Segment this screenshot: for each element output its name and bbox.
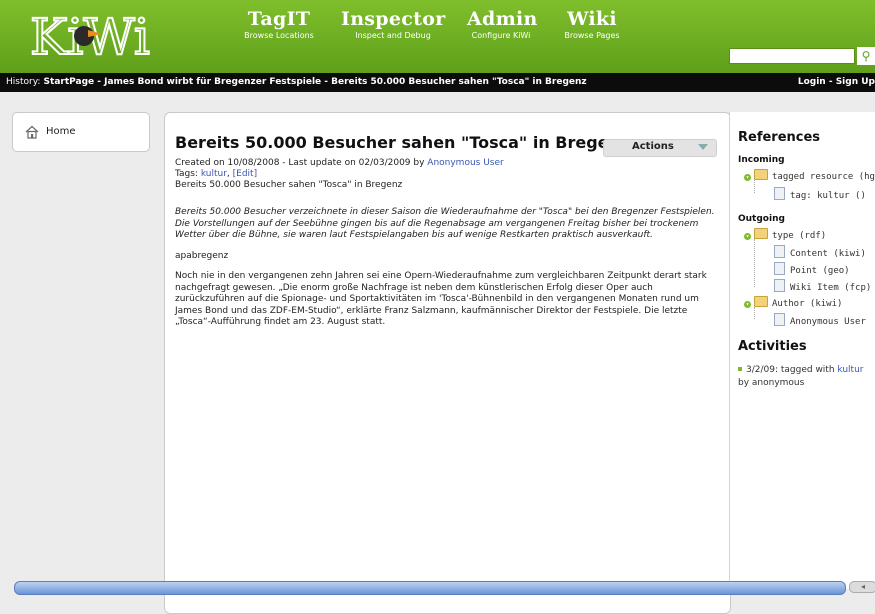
tags-label: Tags: bbox=[175, 169, 201, 179]
tree-label: Content (kiwi) bbox=[790, 249, 866, 259]
tree-connector bbox=[754, 239, 755, 287]
tree-label: tag: kultur () bbox=[790, 191, 866, 201]
tree-connector bbox=[754, 307, 755, 319]
activity-item: 3/2/09: tagged with kultur by anonymous bbox=[738, 364, 873, 390]
activity-text: 3/2/09: tagged with bbox=[746, 365, 838, 375]
tree-item-content[interactable]: Content (kiwi) bbox=[774, 245, 866, 260]
nav-wiki-title: Wiki bbox=[567, 8, 617, 30]
history-links[interactable]: StartPage - James Bond wirbt für Bregenz… bbox=[40, 77, 587, 87]
page-meta: Created on 10/08/2008 - Last update on 0… bbox=[175, 158, 715, 191]
folder-icon bbox=[754, 228, 768, 239]
nav-admin-title: Admin bbox=[467, 8, 538, 30]
tag-link-kultur[interactable]: kultur bbox=[201, 169, 227, 179]
author-link[interactable]: Anonymous User bbox=[427, 158, 503, 168]
scroll-arrow-icon[interactable]: ◂ bbox=[849, 581, 875, 593]
search-icon: ⚲ bbox=[861, 49, 871, 63]
tree-item-author[interactable]: ▾ Author (kiwi) bbox=[744, 296, 842, 310]
tree-item-tag-kultur[interactable]: tag: kultur () bbox=[774, 187, 866, 202]
edit-tags-link[interactable]: [Edit] bbox=[233, 169, 257, 179]
tree-label: Author (kiwi) bbox=[772, 299, 843, 309]
activity-suffix: by anonymous bbox=[738, 378, 805, 388]
search-button[interactable]: ⚲ bbox=[857, 47, 875, 65]
tree-item-type[interactable]: ▾ type (rdf) bbox=[744, 228, 826, 242]
tree-label: Anonymous User bbox=[790, 317, 866, 327]
activity-tag-link[interactable]: kultur bbox=[837, 365, 863, 375]
article-paragraph: Noch nie in den vergangenen zehn Jahren … bbox=[175, 271, 707, 327]
nav-inspector-subtitle: Inspect and Debug bbox=[355, 31, 431, 40]
nav-admin-subtitle: Configure KiWi bbox=[471, 31, 531, 40]
kiwi-logo[interactable]: KiWi bbox=[28, 4, 166, 64]
activities-heading: Activities bbox=[738, 339, 807, 354]
document-icon bbox=[774, 187, 785, 200]
sidebar-item-home[interactable]: Home bbox=[46, 126, 76, 137]
document-icon bbox=[774, 262, 785, 275]
actions-dropdown[interactable]: Actions bbox=[603, 139, 717, 157]
tree-item-point[interactable]: Point (geo) bbox=[774, 262, 850, 277]
tree-label: Point (geo) bbox=[790, 266, 850, 276]
expand-icon[interactable]: ▾ bbox=[744, 301, 751, 308]
expand-icon[interactable]: ▾ bbox=[744, 233, 751, 240]
history-bar: History: StartPage - James Bond wirbt fü… bbox=[0, 73, 875, 92]
history-label: History: bbox=[6, 77, 41, 87]
bullet-icon bbox=[738, 367, 742, 371]
horizontal-scrollbar[interactable] bbox=[14, 581, 846, 595]
tree-item-tagged-resource[interactable]: ▾ tagged resource (hgt bbox=[744, 169, 875, 183]
tree-item-wiki-item[interactable]: Wiki Item (fcp) bbox=[774, 279, 871, 294]
references-heading: References bbox=[738, 130, 821, 145]
nav-wiki-subtitle: Browse Pages bbox=[564, 31, 620, 40]
nav-admin[interactable]: Admin Configure KiWi bbox=[467, 8, 538, 42]
nav-tagit-subtitle: Browse Locations bbox=[244, 31, 314, 40]
incoming-heading: Incoming bbox=[738, 155, 785, 165]
history-trail[interactable]: History: StartPage - James Bond wirbt fü… bbox=[6, 73, 587, 92]
document-icon bbox=[774, 245, 785, 258]
created-line: Created on 10/08/2008 - Last update on 0… bbox=[175, 158, 715, 169]
actions-label: Actions bbox=[632, 141, 674, 152]
folder-icon bbox=[754, 169, 768, 180]
expand-icon[interactable]: ▾ bbox=[744, 174, 751, 181]
nav-inspector[interactable]: Inspector Inspect and Debug bbox=[341, 8, 445, 42]
tags-line: Tags: kultur, [Edit] bbox=[175, 169, 715, 180]
page-title: Bereits 50.000 Besucher sahen "Tosca" in… bbox=[175, 133, 630, 152]
right-sidebar: References Incoming ▾ tagged resource (hg… bbox=[729, 112, 875, 589]
left-sidebar: Home bbox=[12, 112, 150, 152]
tree-label: type (rdf) bbox=[772, 231, 827, 241]
article-body: Bereits 50.000 Besucher verzeichnete in … bbox=[175, 207, 715, 338]
nav-tagit-title: TagIT bbox=[247, 8, 311, 30]
tree-connector bbox=[754, 180, 755, 193]
nav-inspector-title: Inspector bbox=[341, 8, 446, 30]
nav-wiki[interactable]: Wiki Browse Pages bbox=[562, 8, 622, 42]
article-source: apabregenz bbox=[175, 250, 229, 261]
main-content: Bereits 50.000 Besucher sahen "Tosca" in… bbox=[164, 112, 731, 614]
tree-label: Wiki Item (fcp) bbox=[790, 283, 872, 293]
folder-icon bbox=[754, 296, 768, 307]
article-lead: Bereits 50.000 Besucher verzeichnete in … bbox=[175, 207, 715, 240]
document-icon bbox=[774, 279, 785, 292]
created-text: Created on 10/08/2008 - Last update on 0… bbox=[175, 158, 428, 168]
outgoing-heading: Outgoing bbox=[738, 214, 785, 224]
tree-item-anonymous-user[interactable]: Anonymous User bbox=[774, 313, 866, 328]
login-signup-link[interactable]: Login - Sign Up bbox=[798, 73, 875, 92]
top-header: KiWi TagIT Browse Locations Inspector In… bbox=[0, 0, 875, 73]
chevron-down-icon bbox=[698, 144, 708, 150]
home-icon bbox=[25, 125, 39, 139]
nav-tagit[interactable]: TagIT Browse Locations bbox=[243, 8, 315, 42]
document-icon bbox=[774, 313, 785, 326]
tree-label: tagged resource (hgt bbox=[772, 172, 875, 182]
page-subtitle: Bereits 50.000 Besucher sahen "Tosca" in… bbox=[175, 180, 403, 190]
search-input[interactable] bbox=[729, 48, 855, 64]
